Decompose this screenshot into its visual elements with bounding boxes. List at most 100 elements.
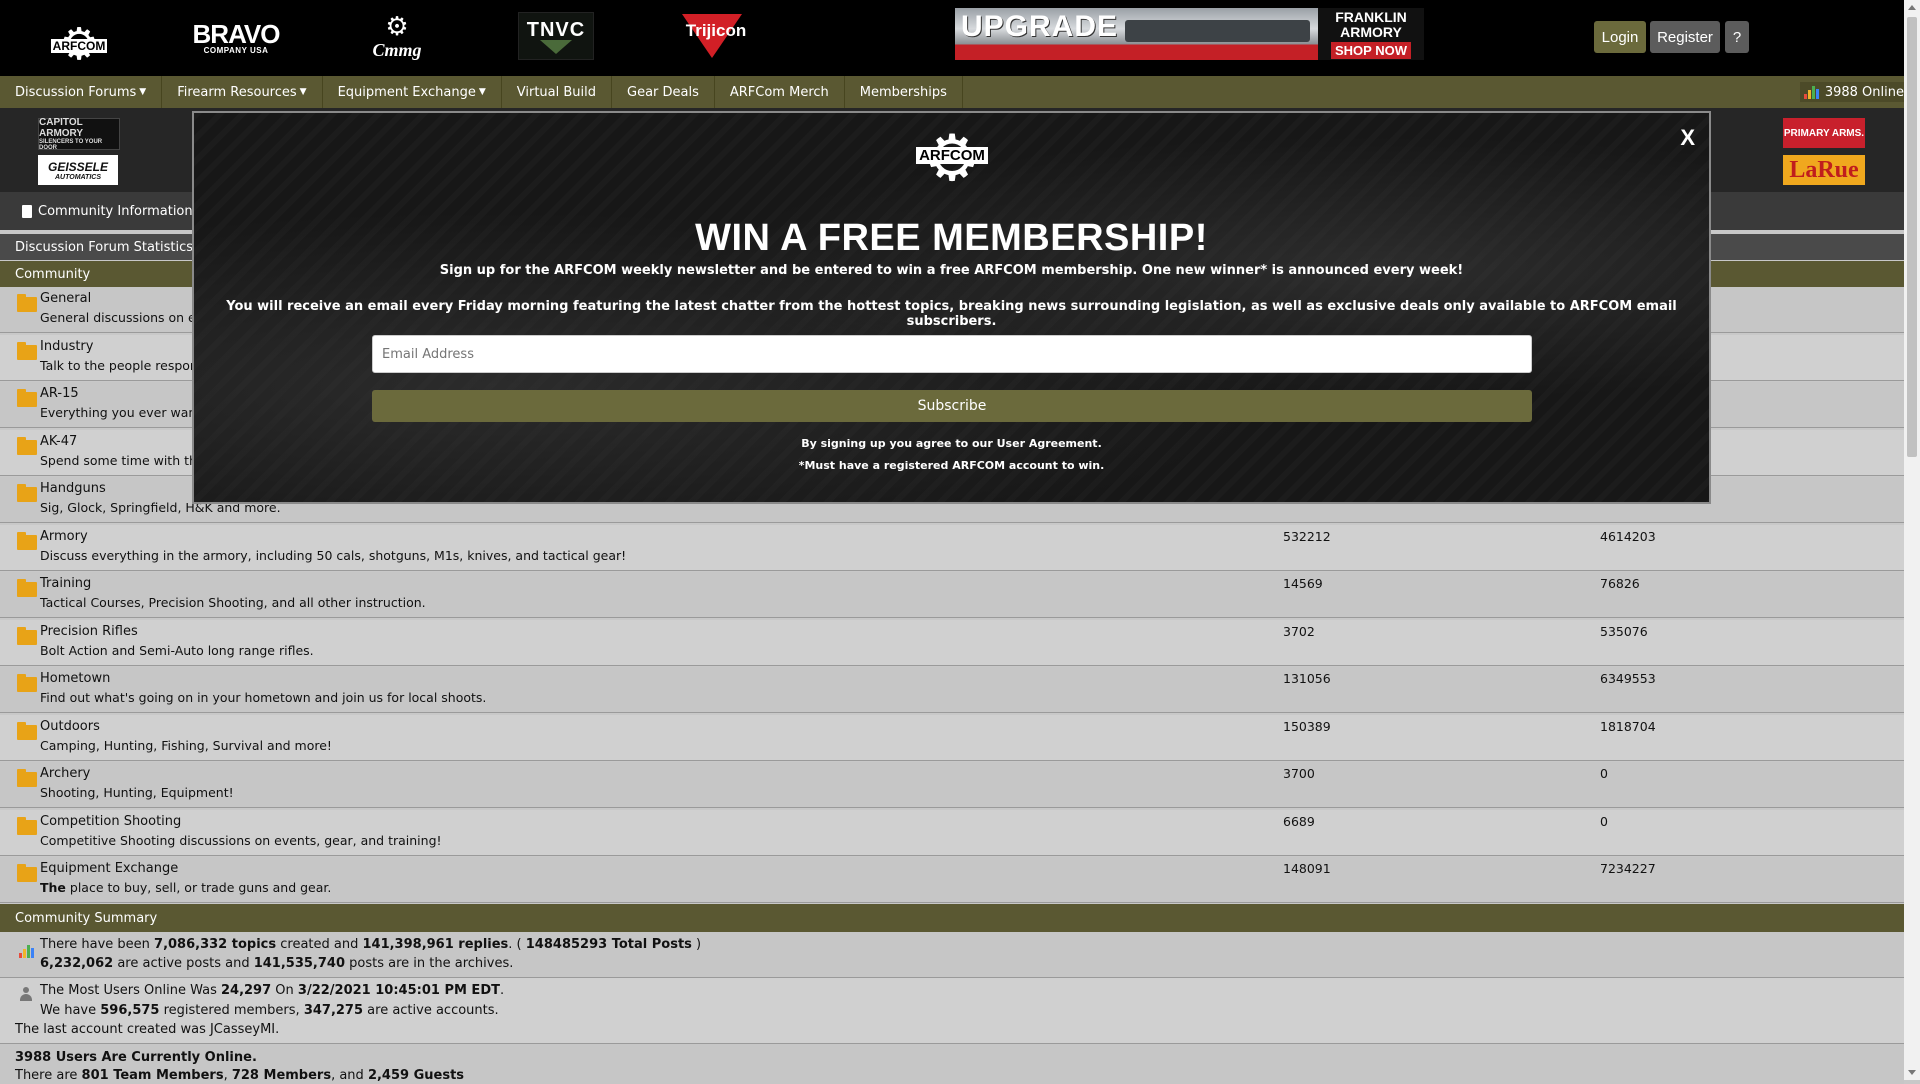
nav-arfcom-merch[interactable]: ARFCom Merch <box>715 76 845 108</box>
forum-row: Hometown Find out what's going on in your… <box>0 667 1904 713</box>
folder-icon <box>17 484 37 502</box>
forum-name-link[interactable]: Outdoors <box>40 719 100 734</box>
arfcom-modal-logo: ⚙ ARFCOM <box>909 127 995 207</box>
stats-heading-text: Discussion Forum Statistics <box>15 239 194 255</box>
caret-down-icon: ▼ <box>139 87 147 97</box>
forum-row: Outdoors Camping, Hunting, Fishing, Survi… <box>0 714 1904 761</box>
forum-post-count: 535076 <box>1600 623 1648 639</box>
folder-icon <box>17 436 37 455</box>
forum-name-link[interactable]: AK-47 <box>40 434 77 449</box>
forum-name-link[interactable]: AR-15 <box>40 386 79 401</box>
forum-row: Archery Shooting, Hunting, Equipment! 3700… <box>0 762 1904 808</box>
forum-post-count: 0 <box>1600 813 1608 829</box>
cmmg-logo[interactable]: ⚙ Cmmg <box>360 12 434 62</box>
cmmg-logo-text: Cmmg <box>372 39 422 60</box>
geissele-text: GEISSELE <box>47 159 109 174</box>
forum-topic-count: 6689 <box>1283 813 1315 829</box>
user-agreement-notice: By signing up you agree to our User Agre… <box>194 437 1709 450</box>
forum-topic-count: 131056 <box>1283 671 1331 686</box>
nav-discussion-forums[interactable]: Discussion Forums ▼ <box>0 76 163 108</box>
email-field[interactable] <box>372 335 1532 373</box>
nav-label: ARFCom Merch <box>729 84 829 100</box>
arfcom-logo[interactable]: ⚙ ARFCOM <box>42 8 116 68</box>
forum-post-count: 1818704 <box>1600 718 1656 734</box>
forum-name-link[interactable]: Industry <box>40 339 93 354</box>
forum-topic-count: 14569 <box>1283 576 1323 591</box>
tnvc-logo-text: TNVC <box>526 18 586 41</box>
page-scrollbar[interactable] <box>1904 0 1920 1080</box>
nav-gear-deals[interactable]: Gear Deals <box>612 76 715 108</box>
agreement-prefix: By signing up you agree to our <box>801 437 997 450</box>
geissele-ad[interactable]: GEISSELE AUTOMATICS <box>38 155 118 185</box>
folder-icon <box>17 579 37 597</box>
folder-icon <box>17 389 37 407</box>
trijicon-logo[interactable]: Trijicon <box>676 14 756 60</box>
forum-name-link[interactable]: Equipment Exchange <box>40 861 178 876</box>
nav-memberships[interactable]: Memberships <box>845 76 963 108</box>
forum-post-count: 0 <box>1600 766 1608 781</box>
summary-posts: There have been 7,086,332 topics created… <box>0 932 1904 978</box>
capitol-armory-ad[interactable]: CAPITOL ARMORY SILENCERS TO YOUR DOOR <box>38 117 120 151</box>
user-icon <box>20 987 32 1001</box>
close-button[interactable]: X <box>1680 125 1695 151</box>
forum-row: Competition Shooting Competitive Shooting… <box>0 809 1904 856</box>
forum-post-count: 4614203 <box>1600 528 1656 544</box>
scrollbar-thumb[interactable] <box>1907 17 1917 457</box>
folder-icon <box>17 721 37 740</box>
forum-description: Tactical Courses, Precision Shooting, an… <box>40 595 426 610</box>
registered-members: We have 596,575 registered members, 347,… <box>40 1003 499 1018</box>
users-online-heading: 3988 Users Are Currently Online. <box>15 1050 257 1065</box>
user-agreement-link[interactable]: User Agreement <box>997 437 1098 450</box>
scroll-up-icon[interactable] <box>1908 5 1916 10</box>
forum-topic-count: 3700 <box>1283 766 1315 781</box>
arfcom-modal-logo-text: ARFCOM <box>916 147 988 164</box>
ad-headline: UPGRADE <box>961 10 1119 43</box>
help-button[interactable]: ? <box>1725 21 1749 53</box>
trijicon-logo-text: Trijicon <box>685 21 747 40</box>
gear-icon: ⚙ <box>385 11 409 42</box>
main-nav: Discussion Forums ▼ Firearm Resources ▼ Eq… <box>0 76 1904 108</box>
ad-image: UPGRADE <box>955 8 1318 60</box>
forum-name-link[interactable]: Armory <box>40 529 88 544</box>
forum-name-link[interactable]: General <box>40 291 91 306</box>
forum-post-count: 76826 <box>1600 576 1640 591</box>
franklin-armory-ad-banner[interactable]: UPGRADE FRANKLIN ARMORY SHOP NOW <box>955 8 1424 60</box>
nav-equipment-exchange[interactable]: Equipment Exchange ▼ <box>323 76 502 108</box>
forum-name-link[interactable]: Hometown <box>40 671 110 686</box>
modal-body-text: You will receive an email every Friday m… <box>226 299 1677 329</box>
agreement-suffix: . <box>1097 437 1102 450</box>
folder-icon <box>17 341 37 360</box>
nav-firearm-resources[interactable]: Firearm Resources ▼ <box>162 76 323 108</box>
scroll-down-icon[interactable] <box>1908 1070 1916 1075</box>
community-info-label: Community Information Ar <box>38 203 211 219</box>
tnvc-logo[interactable]: TNVC <box>518 12 594 60</box>
forum-name-link[interactable]: Competition Shooting <box>40 814 181 829</box>
bravo-company-logo[interactable]: BRAVO COMPANY USA <box>193 20 281 56</box>
site-header: ⚙ ARFCOM BRAVO COMPANY USA ⚙ Cmmg TNVC T… <box>0 0 1904 76</box>
folder-icon <box>17 626 37 645</box>
bravo-logo-subtext: COMPANY USA <box>203 45 269 55</box>
triangle-icon <box>540 39 572 54</box>
larue-ad[interactable]: LaRue <box>1783 155 1865 185</box>
caret-down-icon: ▼ <box>478 87 486 97</box>
folder-icon <box>17 531 37 550</box>
forum-name-link[interactable]: Archery <box>40 766 90 781</box>
rifle-image <box>1125 20 1310 42</box>
forum-description: Find out what's going on in your hometow… <box>40 690 487 705</box>
users-online-breakdown: There are 801 Team Members, 728 Members,… <box>15 1068 465 1083</box>
forum-row: Precision Rifles Bolt Action and Semi-Aut… <box>0 619 1904 666</box>
subscribe-button[interactable]: Subscribe <box>372 390 1532 422</box>
nav-virtual-build[interactable]: Virtual Build <box>502 76 612 108</box>
forum-name-link[interactable]: Precision Rifles <box>40 624 138 639</box>
summary-posts-line1: There have been 7,086,332 topics created… <box>40 937 702 952</box>
users-online-indicator[interactable]: 3988 Online <box>1799 82 1908 102</box>
register-button[interactable]: Register <box>1650 21 1720 53</box>
forum-name-link[interactable]: Handguns <box>40 481 106 496</box>
forum-name-link[interactable]: Training <box>40 576 91 591</box>
folder-icon <box>17 769 37 787</box>
community-summary-heading: Community Summary <box>0 904 1904 932</box>
login-button[interactable]: Login <box>1594 21 1646 53</box>
bar-chart-icon <box>19 944 34 958</box>
primary-arms-ad[interactable]: PRIMARY ARMS. <box>1783 118 1865 148</box>
capitol-armory-tagline: SILENCERS TO YOUR DOOR <box>39 139 103 151</box>
